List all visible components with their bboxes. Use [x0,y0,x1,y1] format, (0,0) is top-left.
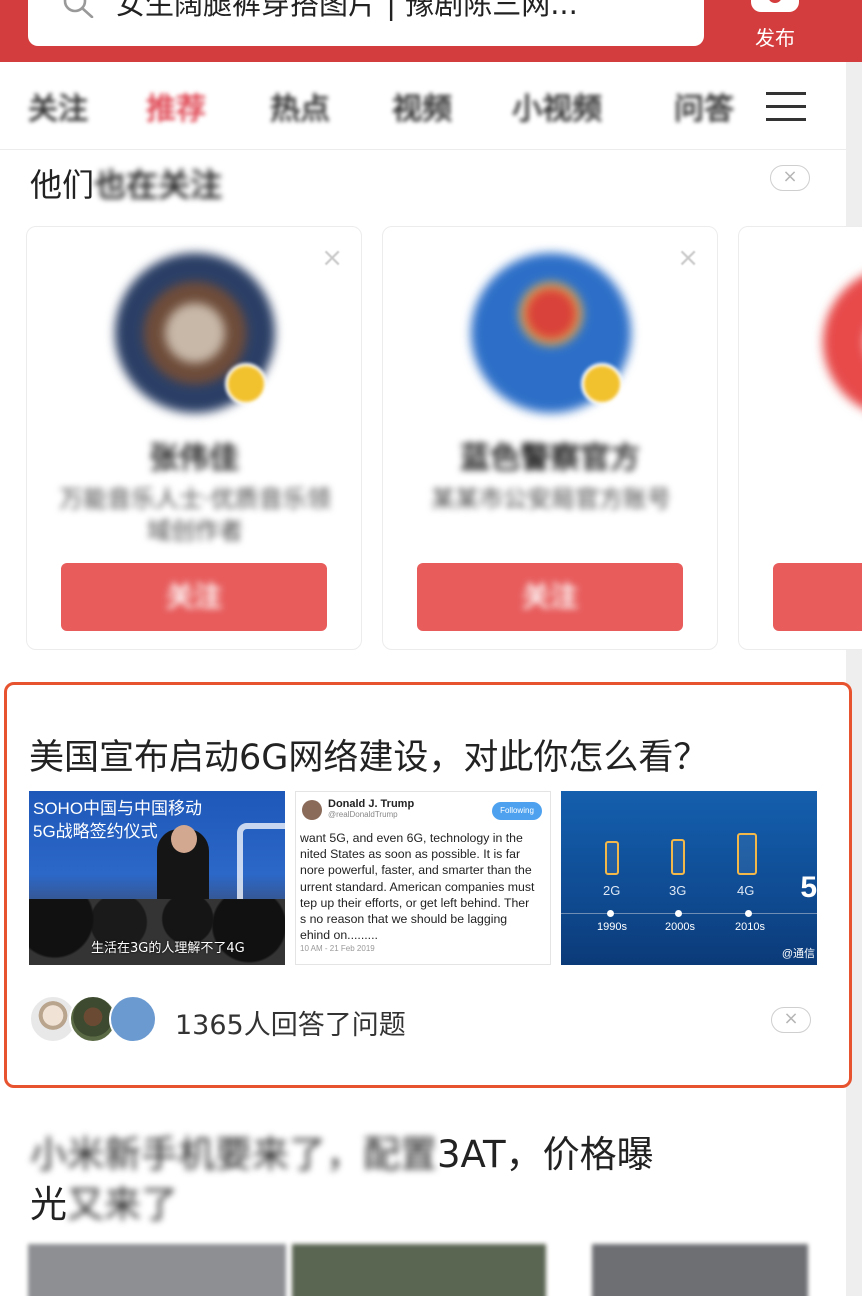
image-caption-line: SOHO中国与中国移动 [33,799,203,818]
article-title-visible: 光 [30,1183,67,1226]
tweet-line: ehind on......... [300,928,378,943]
decade-label: 1990s [597,921,627,933]
article-title-blurred: 小米新手机要来了， [30,1133,363,1176]
timeline-line [561,913,817,914]
follow-label: 关注 [773,563,862,631]
user-card[interactable]: 关注 [738,226,862,650]
publish-label: 发布 [755,26,795,50]
timeline-dot [745,910,752,917]
question-dismiss-button[interactable]: × [771,1007,811,1033]
phone-3g-icon [671,839,685,875]
close-icon[interactable]: × [321,243,343,273]
close-icon[interactable]: × [677,243,699,273]
channel-tabs: 关注 推荐 热点 视频 小视频 问答 [0,62,846,150]
answerer-avatars [29,995,169,1043]
tweet-avatar [302,800,322,820]
tab-recommend[interactable]: 推荐 [146,84,206,128]
question-image-2[interactable]: Donald J. Trump @realDonaldTrump Followi… [295,791,551,965]
user-name: 张伟佳 [149,441,239,476]
user-description: 万能音乐人士·优质音乐领域创作者 [59,485,331,545]
recommend-title-visible: 他们 [30,166,95,204]
tab-short-video[interactable]: 小视频 [512,84,602,128]
menu-icon[interactable] [766,90,810,124]
tweet-follow-badge: Following [492,802,542,820]
publish-icon [751,0,799,12]
tweet-header: Donald J. Trump @realDonaldTrump Followi… [296,798,550,822]
follow-button[interactable]: 关注 [61,563,327,631]
publish-button[interactable]: 发布 [742,0,808,62]
generation-label: 2G [603,883,621,898]
article-image-1[interactable] [28,1244,286,1296]
top-bar: 女生阔腿裤穿搭图片 | 豫剧陈三网... 发布 [0,0,862,62]
tweet-line: s no reason that we should be lagging [300,912,508,927]
tab-follow[interactable]: 关注 [28,84,88,128]
decade-label: 2010s [735,921,765,933]
recommend-title-blurred: 也在关注 [94,166,223,204]
verified-badge-icon [581,363,623,405]
search-icon [63,0,94,18]
follow-button[interactable]: 关注 [773,563,862,631]
tweet-line: urrent standard. American companies must [300,879,535,894]
generation-5g-label: 5 [800,871,817,904]
article-title-blurred: 配置 [363,1133,437,1176]
timeline-dot [675,910,682,917]
generation-label: 3G [669,883,687,898]
question-title[interactable]: 美国宣布启动6G网络建设，对此你怎么看？ [29,729,708,780]
tab-qa[interactable]: 问答 [674,84,734,128]
video-subtitle: 生活在3G的人理解不了4G [91,941,245,956]
article-title[interactable]: 小米新手机要来了，配置3AT，价格曝光又来了 [30,1130,820,1230]
article-image-2[interactable] [292,1244,546,1296]
article-title-visible: 3AT，价格曝 [437,1133,654,1176]
user-description: 某某市公安局官方账号 [431,485,671,513]
question-card[interactable]: 美国宣布启动6G网络建设，对此你怎么看？ SOHO中国与中国移动 5G战略签约仪… [4,682,852,1088]
verified-badge-icon [225,363,267,405]
timeline-dot [607,910,614,917]
decade-label: 2000s [665,921,695,933]
tweet-time: 10 AM - 21 Feb 2019 [300,944,375,953]
avatar [823,267,862,417]
user-card[interactable]: × 张伟佳 万能音乐人士·优质音乐领域创作者 关注 [26,226,362,650]
phone-2g-icon [605,841,619,875]
user-card[interactable]: × 蓝色警察官方 某某市公安局官方账号 关注 [382,226,718,650]
user-name: 蓝色警察官方 [460,441,640,476]
avatar [109,995,157,1043]
tweet-handle: @realDonaldTrump [328,810,398,819]
tweet-author: Donald J. Trump [328,798,415,810]
recommend-dismiss-button[interactable]: × [770,165,810,191]
recommend-section-title: 他们也在关注 [30,160,222,206]
tweet-text: want 5G, and even 6G, technology in the … [300,830,550,943]
follow-label: 关注 [521,580,578,613]
tab-video[interactable]: 视频 [392,84,452,128]
generation-label: 4G [737,883,755,898]
follow-button[interactable]: 关注 [417,563,683,631]
search-query-text: 女生阔腿裤穿搭图片 | 豫剧陈三网... [116,0,578,21]
tweet-line: want 5G, and even 6G, technology in the [300,831,523,845]
tab-hot[interactable]: 热点 [270,84,330,128]
question-image-3[interactable]: 2G 3G 4G 1990s 2000s 2010s 5 @通信 [561,791,817,965]
tweet-line: tep up their efforts, or get left behind… [300,895,530,910]
tweet-line: nited States as soon as possible. It is … [300,847,521,862]
phone-4g-icon [737,833,757,875]
image-watermark: @通信 [781,948,815,960]
follow-label: 关注 [165,580,222,613]
search-box[interactable]: 女生阔腿裤穿搭图片 | 豫剧陈三网... [28,0,704,46]
article-title-blurred: 又来了 [67,1183,178,1226]
question-image-1[interactable]: SOHO中国与中国移动 5G战略签约仪式 生活在3G的人理解不了4G [29,791,285,965]
answer-count: 1365人回答了问题 [175,1010,406,1041]
article-image-3[interactable] [592,1244,808,1296]
tweet-line: nore powerful, faster, and smarter than … [300,863,532,878]
